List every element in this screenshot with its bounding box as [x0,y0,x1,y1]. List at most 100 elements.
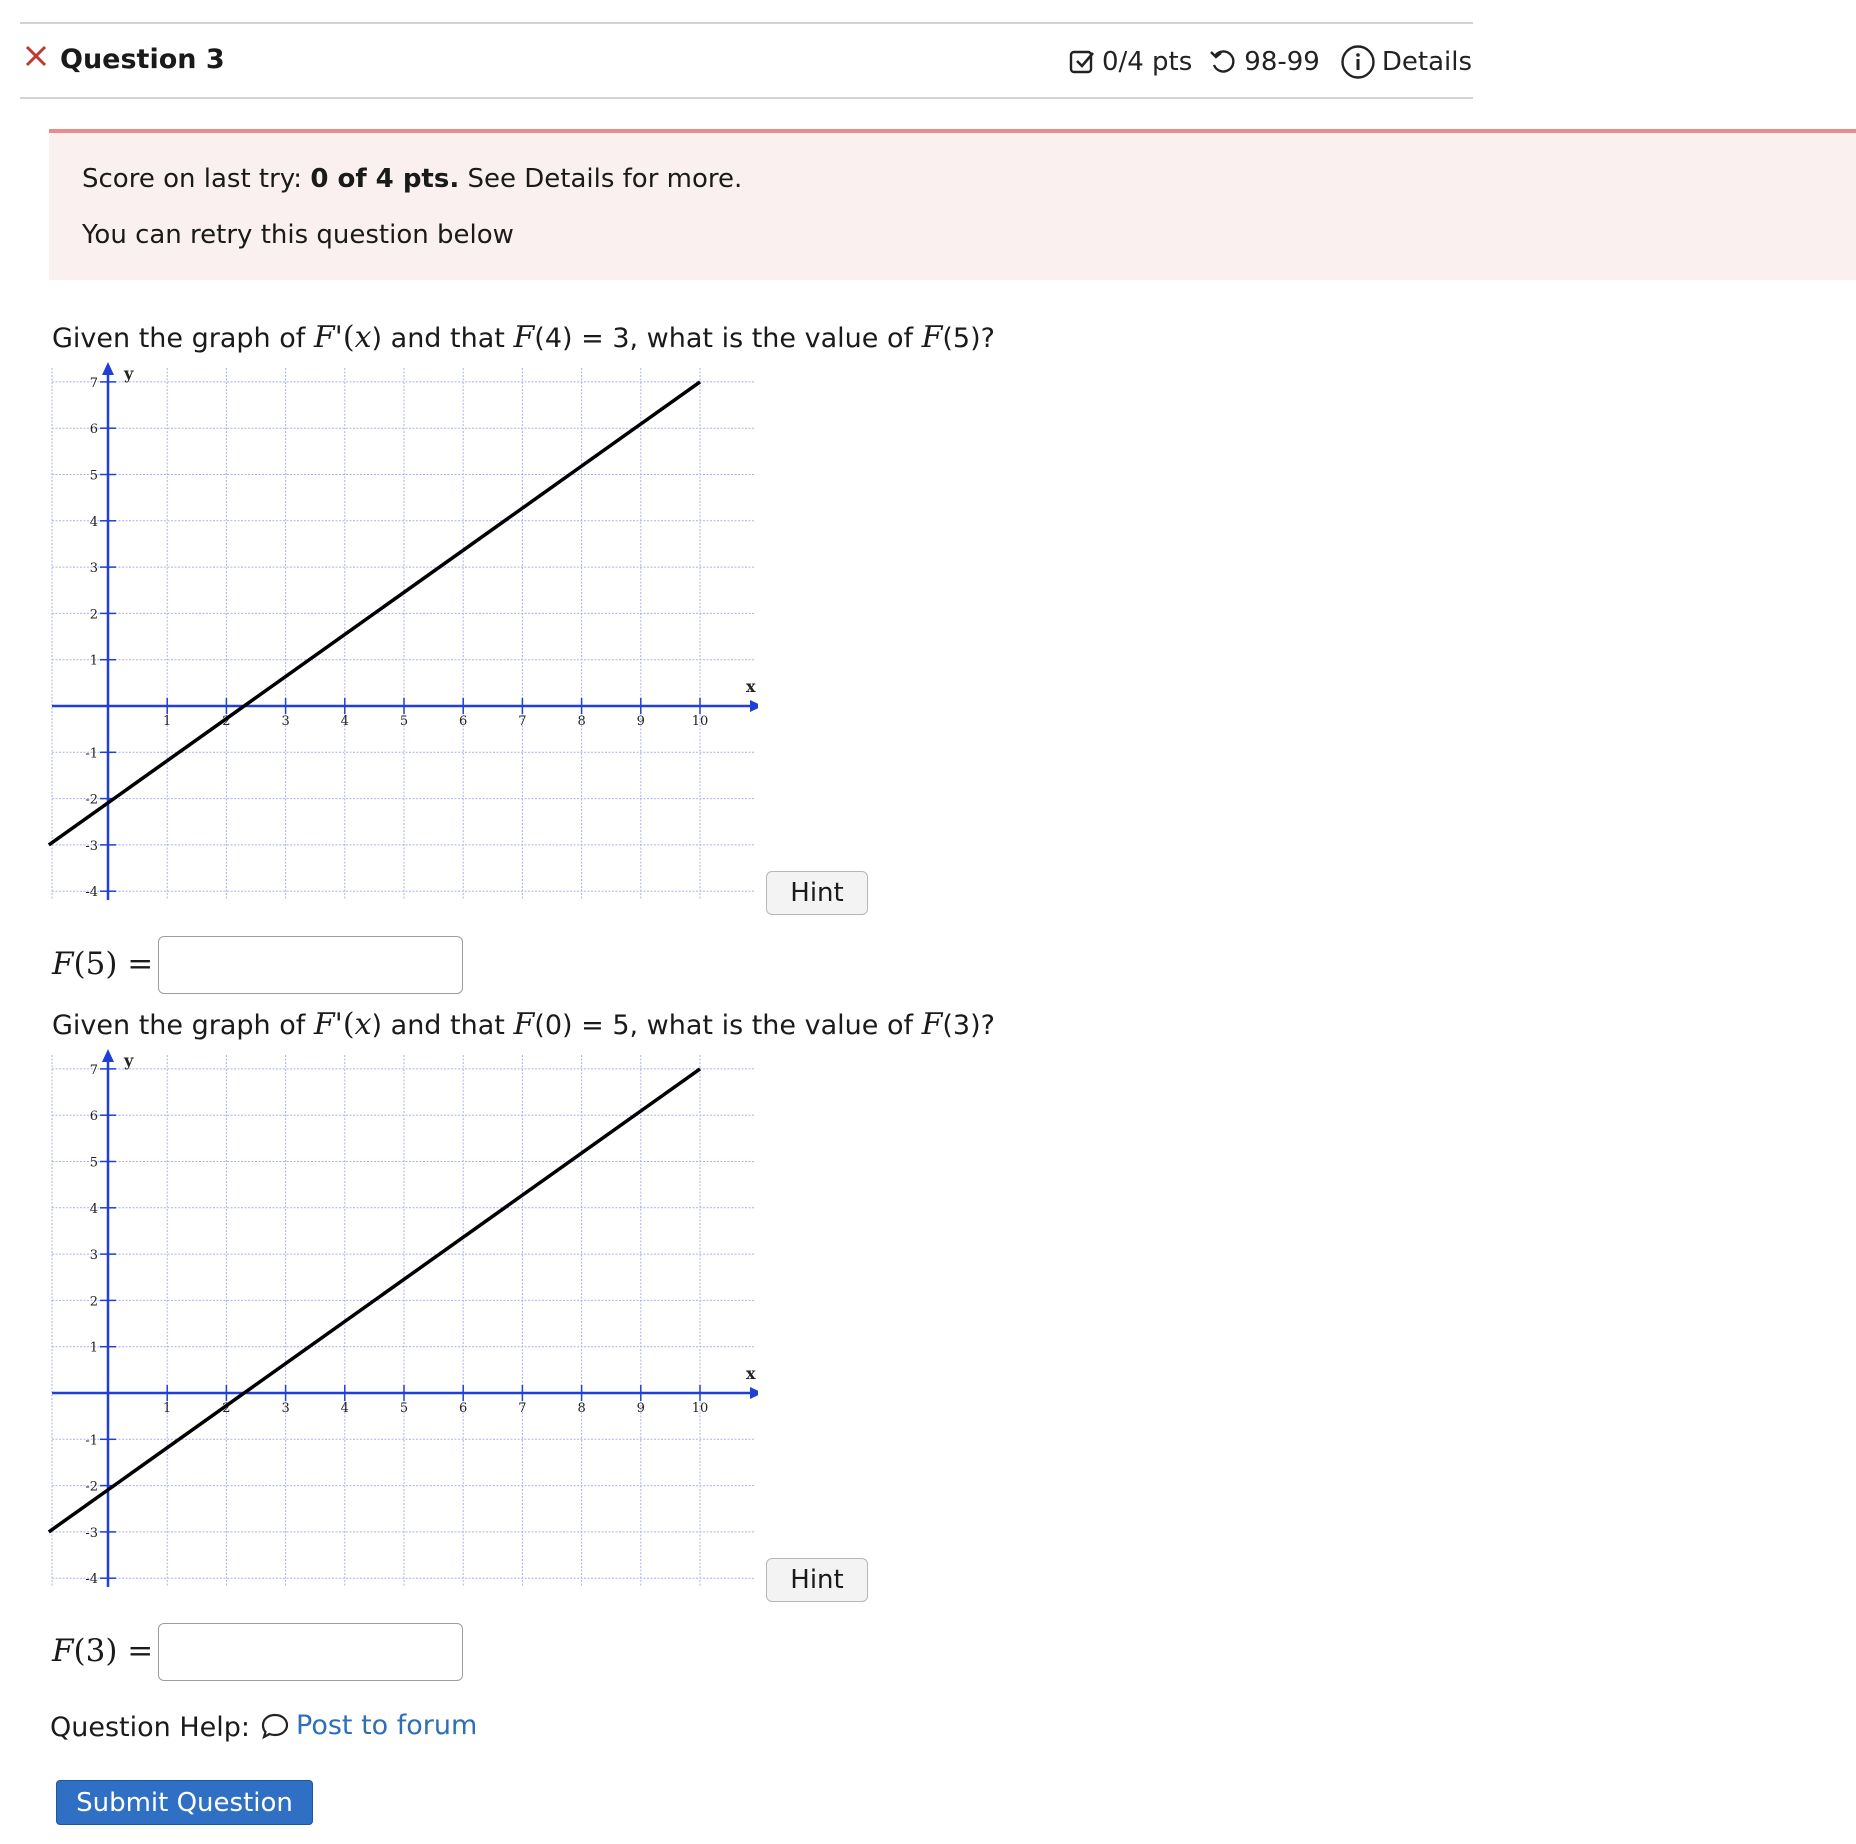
q2-text-b: ) and that [371,1010,514,1041]
details-button[interactable]: Details [1340,44,1472,80]
x-tick-label: 1 [163,1401,171,1416]
q1-math-prime: '( [334,320,355,355]
question-text-1: Given the graph of F'(x) and that F(4) =… [52,320,995,355]
derivative-graph-1: 1 2 3 4 5 6 7 8 9 10 7 6 5 4 3 2 1 -1 -2 -3 -4 x y [46,356,758,902]
y-tick-label: 1 [90,654,98,669]
y-axis-arrow [102,1049,114,1062]
submit-question-button[interactable]: Submit Question [56,1780,313,1825]
q2-math-F: F [313,1007,335,1042]
retry-message: You can retry this question below [82,220,514,250]
retry-icon [1210,50,1235,73]
y-tick-label: 7 [90,376,98,391]
x-tick-label: 3 [281,714,289,729]
x-tick-label: 4 [341,1401,349,1416]
q1-math-F2: F [513,320,535,355]
q2-math-F2: F [513,1007,535,1042]
q1-text-a: Given the graph of [52,323,314,354]
question-meta: 0/4 pts 98-99 Details [1052,44,1472,80]
x-tick-label: 3 [281,1401,289,1416]
y-tick-label: 6 [90,422,98,437]
x-tick-label: 10 [692,1401,709,1416]
x-tick-label: 8 [577,1401,585,1416]
checkbox-icon [1069,50,1094,74]
q2-math-F3: F [921,1007,943,1042]
x-tick-label: 5 [400,1401,408,1416]
y-tick-label: -2 [85,1480,98,1495]
score-value: 0 of 4 pts. [310,164,460,194]
graph-svg-1: 1 2 3 4 5 6 7 8 9 107654321-1-2-3-4xy [47,362,758,900]
y-tick-label: -1 [85,1433,98,1448]
hint-button-1[interactable]: Hint [766,871,868,915]
x-tick-label: 6 [459,1401,467,1416]
y-tick-label: 2 [90,607,98,622]
post-to-forum-text[interactable]: Post to forum [296,1710,477,1741]
y-tick-label: 1 [90,1341,98,1356]
question-text-2: Given the graph of F'(x) and that F(0) =… [52,1007,995,1042]
answer-input-1[interactable] [158,936,463,994]
y-tick-label: 5 [90,1156,98,1171]
x-tick-label: 6 [459,714,467,729]
y-axis-arrow [102,362,114,375]
question-help-label: Question Help: [50,1712,250,1743]
x-tick-label: 9 [637,714,645,729]
y-tick-label: -4 [85,1572,98,1587]
score-prefix: Score on last try: [82,164,311,194]
q2-math-prime: '( [334,1007,355,1042]
score-suffix: See Details for more. [459,164,743,194]
header-top-divider [20,22,1473,24]
q2-text-c: (0) = 5, what is the value of [534,1010,922,1041]
answer-input-2[interactable] [158,1623,463,1681]
x-axis-label: x [746,1364,756,1383]
x-tick-label: 8 [577,714,585,729]
y-tick-label: 4 [90,515,98,530]
post-to-forum-link[interactable]: Post to forum [260,1710,477,1741]
answer-label-2: F(3) = [52,1633,154,1669]
answer-label-1: F(5) = [52,946,154,982]
details-label[interactable]: Details [1382,47,1472,77]
derivative-graph-2: 1 2 3 4 5 6 7 8 9 10 7 6 5 4 3 2 1 -1 -2 -3 -4 x y [46,1043,758,1589]
y-tick-label: 7 [90,1063,98,1078]
y-axis-label: y [123,1051,134,1070]
q1-text-c: (4) = 3, what is the value of [534,323,922,354]
x-axis-label: x [746,677,756,696]
y-tick-label: 5 [90,469,98,484]
x-tick-label: 4 [341,714,349,729]
points-indicator: 0/4 pts [1068,47,1192,77]
q2-text-d: (3)? [942,1010,995,1041]
q1-math-F3: F [921,320,943,355]
y-tick-label: -4 [85,885,98,900]
y-axis-label: y [123,364,134,383]
x-tick-label: 7 [518,1401,526,1416]
q2-math-x: x [354,1007,372,1042]
score-message: Score on last try: 0 of 4 pts. See Detai… [82,164,742,194]
chat-bubble-icon [261,1713,289,1739]
q1-text-b: ) and that [371,323,514,354]
attempts-text: 98-99 [1244,47,1320,77]
q2-text-a: Given the graph of [52,1010,314,1041]
points-text: 0/4 pts [1101,47,1193,77]
y-tick-label: 2 [90,1294,98,1309]
x-tick-label: 1 [163,714,171,729]
x-tick-label: 7 [518,714,526,729]
x-tick-label: 5 [400,714,408,729]
x-tick-label: 9 [637,1401,645,1416]
question-title: Question 3 [60,44,225,75]
q1-text-d: (5)? [942,323,995,354]
q1-math-F: F [313,320,335,355]
x-axis-arrow [750,700,758,712]
x-axis-arrow [750,1387,758,1399]
x-tick-label: 10 [692,714,709,729]
graph-svg-2: 1 2 3 4 5 6 7 8 9 107654321-1-2-3-4xy [47,1049,758,1587]
info-icon [1341,45,1375,79]
header-bottom-divider [20,97,1473,99]
retry-alert [49,129,1856,280]
y-tick-label: -2 [85,793,98,808]
incorrect-x-icon [22,42,50,70]
q1-math-x: x [354,320,372,355]
y-tick-label: -1 [85,746,98,761]
y-tick-label: -3 [85,839,98,854]
hint-button-2[interactable]: Hint [766,1558,868,1602]
y-tick-label: 6 [90,1109,98,1124]
y-tick-label: 3 [90,561,98,576]
y-tick-label: 4 [90,1202,98,1217]
